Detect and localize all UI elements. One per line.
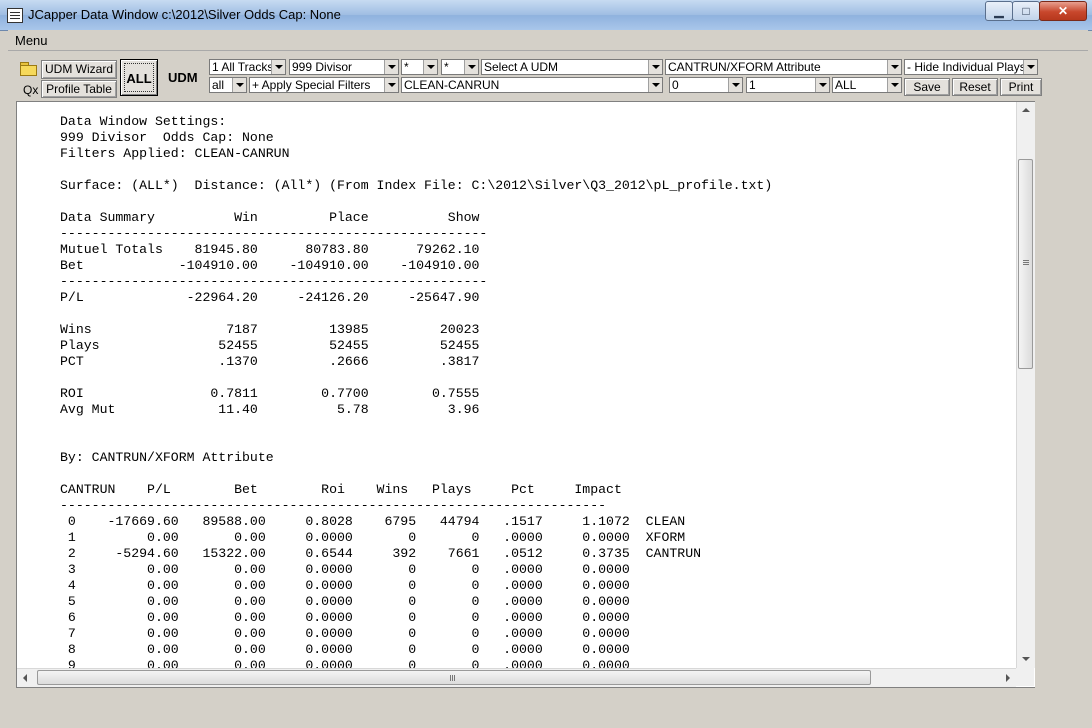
- save-button[interactable]: Save: [904, 78, 950, 96]
- report-text-area[interactable]: Data Window Settings: 999 Divisor Odds Ca…: [17, 102, 1017, 668]
- star-select-1[interactable]: *: [401, 59, 438, 75]
- minimize-button[interactable]: ▁: [985, 1, 1013, 21]
- report-line: 0 -17669.60 89588.00 0.8028 6795 44794 .…: [60, 514, 686, 529]
- toolbar: Qx UDM Wizard Profile Table ALL UDM 1 Al…: [8, 51, 1088, 101]
- data-window-panel: Data Window Settings: 999 Divisor Odds Ca…: [16, 101, 1035, 688]
- chevron-down-icon[interactable]: [1023, 60, 1037, 74]
- tracks-select[interactable]: 1 All Tracks: [209, 59, 286, 75]
- menu-bar: Menu: [8, 30, 1088, 51]
- chevron-down-icon[interactable]: [464, 60, 478, 74]
- profile-table-button[interactable]: Profile Table: [41, 80, 117, 98]
- attribute-select[interactable]: CANTRUN/XFORM Attribute: [665, 59, 902, 75]
- menu-item-menu[interactable]: Menu: [15, 33, 48, 48]
- chevron-down-icon[interactable]: [384, 60, 398, 74]
- app-icon[interactable]: [7, 8, 23, 23]
- chevron-down-icon[interactable]: [423, 60, 437, 74]
- report-line: 9 0.00 0.00 0.0000 0 0 .0000 0.0000: [60, 658, 630, 668]
- report-line: [60, 418, 772, 434]
- window-title: JCapper Data Window c:\2012\Silver Odds …: [28, 7, 341, 22]
- report-line: Data Summary Win Place Show: [60, 210, 480, 225]
- chevron-down-icon[interactable]: [728, 78, 742, 92]
- horizontal-scrollbar[interactable]: [17, 668, 1016, 687]
- report-line: [60, 370, 772, 386]
- report-line: 6 0.00 0.00 0.0000 0 0 .0000 0.0000: [60, 610, 630, 625]
- report-line: 7 0.00 0.00 0.0000 0 0 .0000 0.0000: [60, 626, 630, 641]
- close-button[interactable]: ✕: [1039, 1, 1087, 21]
- vertical-scroll-thumb[interactable]: [1018, 159, 1033, 369]
- report-line: ROI 0.7811 0.7700 0.7555: [60, 386, 480, 401]
- report-line: Filters Applied: CLEAN-CANRUN: [60, 146, 290, 161]
- app-window: JCapper Data Window c:\2012\Silver Odds …: [0, 0, 1092, 728]
- chevron-down-icon[interactable]: [648, 60, 662, 74]
- all-small-select[interactable]: all: [209, 77, 247, 93]
- qx-label[interactable]: Qx: [23, 83, 38, 97]
- report-line: 5 0.00 0.00 0.0000 0 0 .0000 0.0000: [60, 594, 630, 609]
- report-line: [60, 306, 772, 322]
- report-line: Surface: (ALL*) Distance: (All*) (From I…: [60, 178, 773, 193]
- report-line: 3 0.00 0.00 0.0000 0 0 .0000 0.0000: [60, 562, 630, 577]
- chevron-down-icon[interactable]: [887, 78, 901, 92]
- chevron-down-icon[interactable]: [232, 78, 246, 92]
- report-line: ----------------------------------------…: [60, 498, 607, 513]
- chevron-down-icon[interactable]: [815, 78, 829, 92]
- report-line: Bet -104910.00 -104910.00 -104910.00: [60, 258, 480, 273]
- zero-select[interactable]: 0: [669, 77, 743, 93]
- select-udm-select[interactable]: Select A UDM: [481, 59, 663, 75]
- report-line: 1 0.00 0.00 0.0000 0 0 .0000 0.0000 XFOR…: [60, 530, 686, 545]
- report-line: 4 0.00 0.00 0.0000 0 0 .0000 0.0000: [60, 578, 630, 593]
- report-line: [60, 466, 772, 482]
- report-line: 2 -5294.60 15322.00 0.6544 392 7661 .051…: [60, 546, 702, 561]
- scroll-left-icon[interactable]: [17, 669, 34, 687]
- vertical-scrollbar[interactable]: [1016, 102, 1035, 668]
- title-bar[interactable]: JCapper Data Window c:\2012\Silver Odds …: [0, 0, 1092, 31]
- report-line: [60, 194, 772, 210]
- report-line: ----------------------------------------…: [60, 274, 488, 289]
- scrollbar-corner: [1016, 668, 1034, 686]
- report-line: Plays 52455 52455 52455: [60, 338, 480, 353]
- scroll-down-icon[interactable]: [1017, 651, 1035, 668]
- report-line: ----------------------------------------…: [60, 226, 488, 241]
- scroll-up-icon[interactable]: [1017, 102, 1035, 119]
- chevron-down-icon[interactable]: [384, 78, 398, 92]
- report-line: Data Window Settings:: [60, 114, 227, 129]
- all-button[interactable]: ALL: [120, 59, 158, 96]
- maximize-button[interactable]: □: [1012, 1, 1040, 21]
- special-filters-select[interactable]: + Apply Special Filters: [249, 77, 399, 93]
- report-line: [60, 162, 772, 178]
- divisor-select[interactable]: 999 Divisor: [289, 59, 399, 75]
- report-line: [60, 434, 772, 450]
- udm-button[interactable]: UDM: [168, 70, 198, 85]
- scroll-right-icon[interactable]: [999, 669, 1016, 687]
- filter-select[interactable]: CLEAN-CANRUN: [401, 77, 663, 93]
- folder-icon[interactable]: [20, 62, 37, 76]
- report-line: 999 Divisor Odds Cap: None: [60, 130, 274, 145]
- reset-button[interactable]: Reset: [952, 78, 998, 96]
- report-line: By: CANTRUN/XFORM Attribute: [60, 450, 274, 465]
- chevron-down-icon[interactable]: [271, 60, 285, 74]
- udm-wizard-button[interactable]: UDM Wizard: [41, 60, 117, 79]
- report-line: 8 0.00 0.00 0.0000 0 0 .0000 0.0000: [60, 642, 630, 657]
- star-select-2[interactable]: *: [441, 59, 479, 75]
- chevron-down-icon[interactable]: [648, 78, 662, 92]
- report-text: Data Window Settings: 999 Divisor Odds Ca…: [60, 114, 772, 668]
- chevron-down-icon[interactable]: [887, 60, 901, 74]
- print-button[interactable]: Print: [1000, 78, 1042, 96]
- report-line: P/L -22964.20 -24126.20 -25647.90: [60, 290, 480, 305]
- report-line: Avg Mut 11.40 5.78 3.96: [60, 402, 480, 417]
- one-select[interactable]: 1: [746, 77, 830, 93]
- report-line: PCT .1370 .2666 .3817: [60, 354, 480, 369]
- all-right-select[interactable]: ALL: [832, 77, 902, 93]
- report-line: Wins 7187 13985 20023: [60, 322, 480, 337]
- report-line: Mutuel Totals 81945.80 80783.80 79262.10: [60, 242, 480, 257]
- hide-plays-select[interactable]: - Hide Individual Plays: [904, 59, 1038, 75]
- report-line: CANTRUN P/L Bet Roi Wins Plays Pct Impac…: [60, 482, 622, 497]
- horizontal-scroll-thumb[interactable]: [37, 670, 871, 685]
